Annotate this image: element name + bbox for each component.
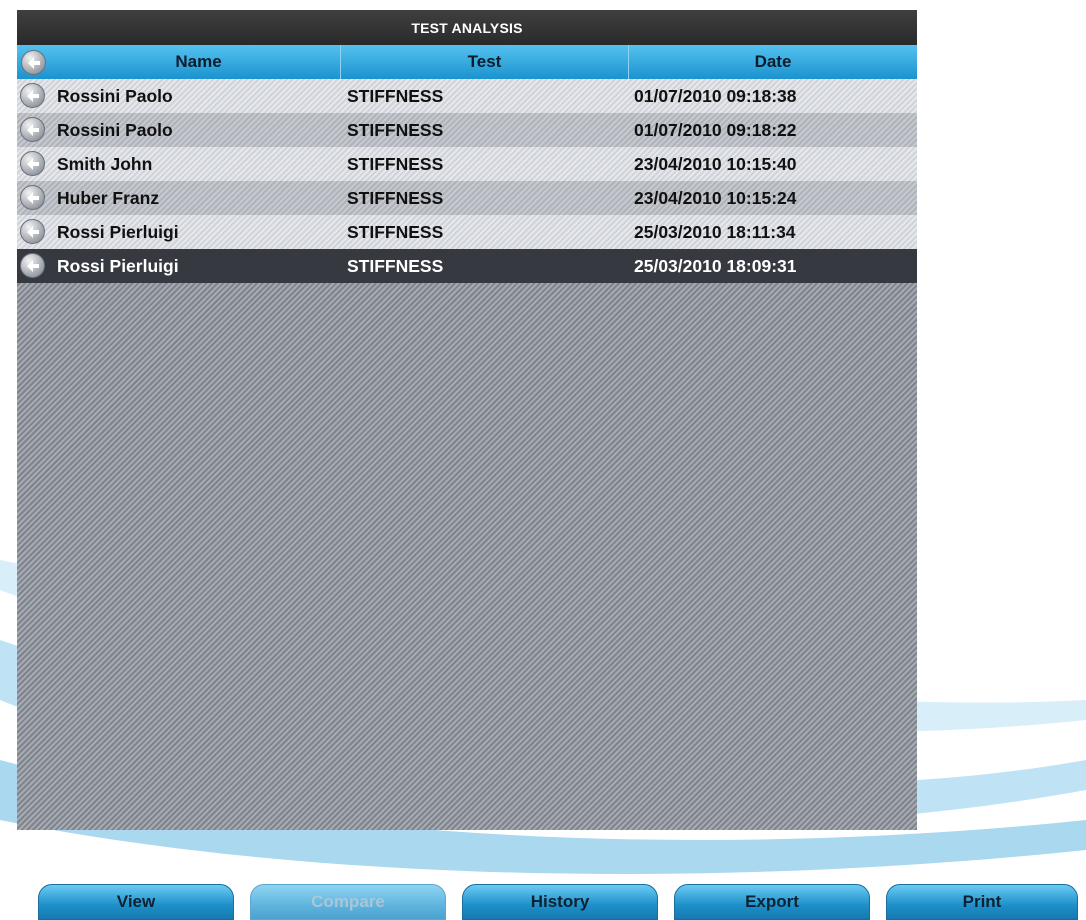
left-arrow-icon[interactable] <box>20 219 45 244</box>
row-date: 23/04/2010 10:15:40 <box>634 154 797 174</box>
history-button[interactable]: History <box>462 884 658 920</box>
table-row-selected[interactable]: Rossi Pierluigi STIFFNESS 25/03/2010 18:… <box>17 249 917 283</box>
left-arrow-icon[interactable] <box>20 253 45 278</box>
column-header-date[interactable]: Date <box>629 45 917 79</box>
row-date: 25/03/2010 18:09:31 <box>634 256 797 276</box>
print-button[interactable]: Print <box>886 884 1078 920</box>
row-name: Rossi Pierluigi <box>57 256 179 276</box>
row-test: STIFFNESS <box>347 86 444 106</box>
row-test: STIFFNESS <box>347 256 444 276</box>
table-row[interactable]: Rossi Pierluigi STIFFNESS 25/03/2010 18:… <box>17 215 917 249</box>
row-name: Huber Franz <box>57 188 160 208</box>
row-date: 25/03/2010 18:11:34 <box>634 222 796 242</box>
left-arrow-icon[interactable] <box>20 151 45 176</box>
row-name: Rossi Pierluigi <box>57 222 179 242</box>
table-row[interactable]: Rossini Paolo STIFFNESS 01/07/2010 09:18… <box>17 113 917 147</box>
panel-title: TEST ANALYSIS <box>17 10 917 45</box>
test-list: Rossini Paolo STIFFNESS 01/07/2010 09:18… <box>17 79 917 283</box>
test-analysis-panel: TEST ANALYSIS Name Test Date Rossini Pao… <box>17 10 917 830</box>
export-button[interactable]: Export <box>674 884 870 920</box>
compare-button[interactable]: Compare <box>250 884 446 920</box>
column-header-test[interactable]: Test <box>341 45 629 79</box>
row-test: STIFFNESS <box>347 222 444 242</box>
column-header-name[interactable]: Name <box>57 45 341 79</box>
row-name: Smith John <box>57 154 153 174</box>
bottom-toolbar: View Compare History Export Print <box>0 884 1086 920</box>
row-test: STIFFNESS <box>347 188 444 208</box>
left-arrow-icon[interactable] <box>20 83 45 108</box>
left-arrow-icon[interactable] <box>20 185 45 210</box>
row-date: 01/07/2010 09:18:22 <box>634 120 797 140</box>
table-header: Name Test Date <box>17 45 917 79</box>
table-row[interactable]: Smith John STIFFNESS 23/04/2010 10:15:40 <box>17 147 917 181</box>
row-name: Rossini Paolo <box>57 86 173 106</box>
table-row[interactable]: Rossini Paolo STIFFNESS 01/07/2010 09:18… <box>17 79 917 113</box>
row-test: STIFFNESS <box>347 154 444 174</box>
row-name: Rossini Paolo <box>57 120 173 140</box>
view-button[interactable]: View <box>38 884 234 920</box>
row-date: 01/07/2010 09:18:38 <box>634 86 797 106</box>
table-row[interactable]: Huber Franz STIFFNESS 23/04/2010 10:15:2… <box>17 181 917 215</box>
row-test: STIFFNESS <box>347 120 444 140</box>
left-arrow-icon[interactable] <box>20 117 45 142</box>
back-arrow-icon[interactable] <box>21 50 46 75</box>
row-date: 23/04/2010 10:15:24 <box>634 188 797 208</box>
